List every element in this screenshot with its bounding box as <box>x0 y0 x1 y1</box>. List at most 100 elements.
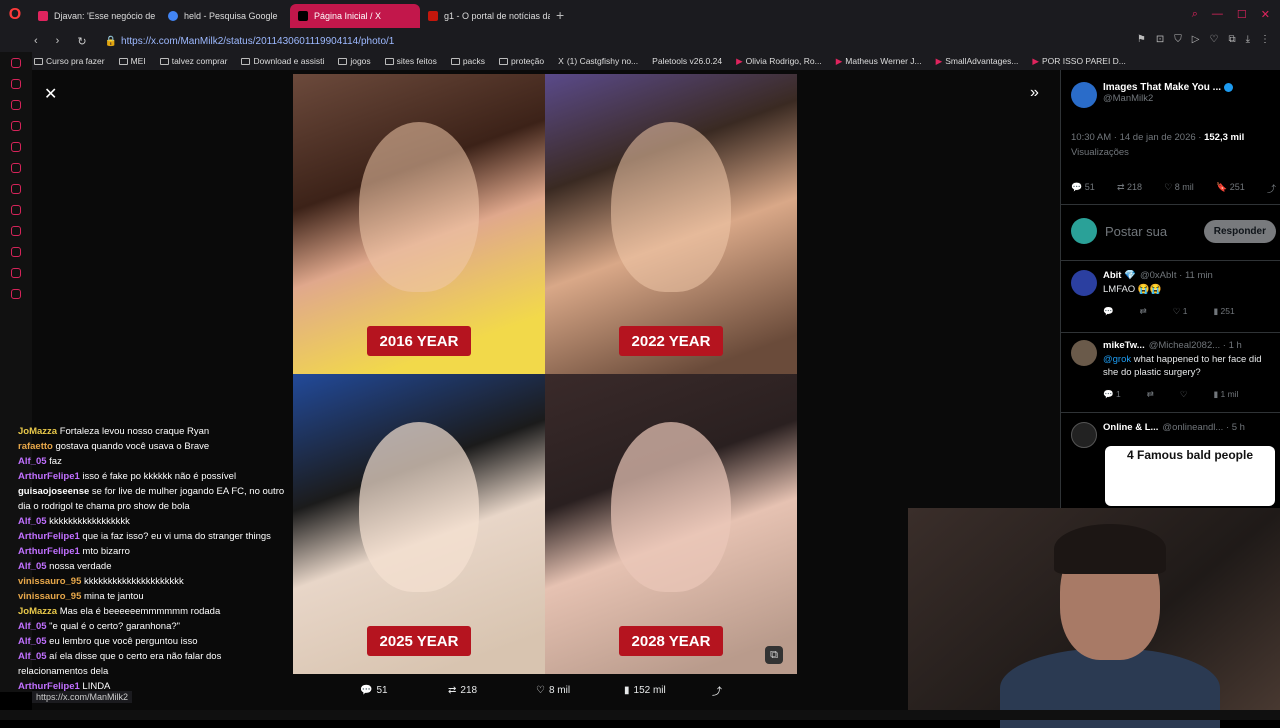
views-button[interactable]: ▮ 152 mil <box>624 683 712 698</box>
portrait <box>359 422 479 592</box>
play-icon[interactable]: ▷ <box>1192 34 1200 45</box>
share-button[interactable]: ⤴ <box>712 683 800 698</box>
reply-tweet[interactable]: mikeTw... @Micheal2082... · 1 h @grok wha… <box>1071 340 1276 400</box>
player-icon[interactable] <box>11 100 21 110</box>
reply-author-name[interactable]: mikeTw... <box>1103 340 1145 351</box>
views-stat[interactable]: ▮ 1 mil <box>1213 389 1238 400</box>
download-icon[interactable]: ⤓ <box>1246 34 1250 45</box>
avatar[interactable] <box>1071 82 1097 108</box>
close-icon[interactable]: ✕ <box>44 84 57 104</box>
repost-stat[interactable]: ⇄ 218 <box>1117 182 1142 195</box>
clock-icon[interactable] <box>11 247 21 257</box>
bookmark-item[interactable]: ▶ SmallAdvantages... <box>936 56 1019 67</box>
youtube-icon: ▶ <box>736 55 743 66</box>
reply-author-name[interactable]: Online & L... <box>1103 422 1158 433</box>
reload-icon[interactable]: ↻ <box>77 35 86 48</box>
history-icon[interactable] <box>11 205 21 215</box>
reply-tweet[interactable]: Abit 💎 @0xAbIt · 11 min LMFAO 😭😭 💬 ⇄ ♡ 1 … <box>1071 270 1276 317</box>
author-handle[interactable]: @ManMilk2 <box>1103 93 1233 104</box>
twitch-icon[interactable] <box>11 121 21 131</box>
bookmark-item[interactable]: ▶ Olivia Rodrigo, Ro... <box>736 56 822 67</box>
avatar[interactable] <box>1071 340 1097 366</box>
collapse-sidebar-icon[interactable]: » <box>1030 84 1039 102</box>
bookmark-stat[interactable]: 🔖 251 <box>1216 182 1245 195</box>
bookmark-item[interactable]: MEI <box>118 56 146 66</box>
post-meta: 10:30 AM · 14 de jan de 2026 · 152,3 mil… <box>1071 130 1276 160</box>
reply-stat[interactable]: 💬 51 <box>1071 182 1095 195</box>
year-label: 2025 YEAR <box>367 626 471 656</box>
aria-icon[interactable] <box>11 79 21 89</box>
avatar[interactable] <box>1071 270 1097 296</box>
url-input[interactable]: https://x.com/ManMilk2/status/2011430601… <box>121 36 394 47</box>
browser-toolbar: ⚑ ⊡ ⛉ ▷ ♡ ⧉ ⤓ ⋮ <box>1137 34 1270 45</box>
share-icon[interactable]: ⤴ <box>1267 182 1276 195</box>
reply-input[interactable]: Postar sua <box>1105 224 1167 239</box>
folder-icon <box>338 57 348 65</box>
mention-link[interactable]: @grok <box>1103 354 1131 365</box>
ad-tweet[interactable]: Online & L... @onlineandl... · 5 h <box>1071 422 1276 448</box>
bookmark-item[interactable]: sites feitos <box>384 56 437 66</box>
bookmark-item[interactable]: ▶ Matheus Werner J... <box>836 56 922 67</box>
views-stat[interactable]: ▮ 251 <box>1213 306 1234 317</box>
repost-icon[interactable]: ⇄ <box>1140 306 1147 317</box>
extensions-icon[interactable]: ⧉ <box>1228 34 1235 45</box>
bookmark-item[interactable]: proteção <box>499 56 544 66</box>
reply-button[interactable]: 💬 51 <box>360 683 448 698</box>
shield-icon[interactable]: ⛉ <box>1174 34 1182 45</box>
search-tabs-icon[interactable]: ⌕ <box>1192 8 1198 21</box>
ad-image[interactable]: 4 Famous bald people <box>1105 446 1275 506</box>
bookmark-item[interactable]: Paletools v26.0.24 <box>652 56 722 66</box>
like-stat[interactable]: ♡ 8 mil <box>1164 182 1194 195</box>
repost-icon[interactable]: ⇄ <box>1147 389 1154 400</box>
tab-x-home[interactable]: Página Inicial / X <box>290 4 420 28</box>
reply-author-name[interactable]: Abit 💎 <box>1103 270 1136 281</box>
snapshot-icon[interactable]: ⊡ <box>1156 34 1164 45</box>
heart-icon[interactable]: ♡ <box>1209 34 1218 45</box>
bookmark-item[interactable]: ▶ POR ISSO PAREI D... <box>1032 56 1125 67</box>
maximize-icon[interactable]: ☐ <box>1237 8 1247 21</box>
bookmark-item[interactable]: talvez comprar <box>159 56 227 66</box>
author-name[interactable]: Images That Make You ... <box>1103 82 1221 93</box>
back-icon[interactable]: ‹ <box>34 35 38 47</box>
chat-message: Alf_05 "e qual é o certo? garanhona?" <box>18 621 181 632</box>
taskbar <box>0 710 1280 720</box>
bookmark-icon[interactable]: ⚑ <box>1137 34 1146 45</box>
reply-icon[interactable]: 💬 <box>1103 306 1114 317</box>
views-label: Visualizações <box>1071 147 1129 158</box>
reply-stats: 💬 ⇄ ♡ 1 ▮ 251 <box>1103 306 1276 317</box>
telegram-icon[interactable] <box>11 163 21 173</box>
post-photo[interactable]: 2016 YEAR 2022 YEAR 2025 YEAR 2028 YEAR … <box>293 74 797 674</box>
forward-icon[interactable]: › <box>56 35 60 47</box>
repost-button[interactable]: ⇄ 218 <box>448 683 536 698</box>
x-sidebar-icon[interactable] <box>11 184 21 194</box>
post-timestamp[interactable]: 10:30 AM · 14 de jan de 2026 · <box>1071 132 1204 143</box>
bookmark-item[interactable]: X (1) Castgfishy no... <box>558 56 638 66</box>
folder-icon <box>384 57 394 65</box>
image-options-icon[interactable]: ⧉ <box>765 646 783 664</box>
bookmark-item[interactable]: Curso pra fazer <box>34 56 105 66</box>
close-window-icon[interactable]: ✕ <box>1261 8 1270 21</box>
new-tab-icon[interactable]: + <box>556 7 564 23</box>
tab-djavan[interactable]: Djavan: 'Esse negócio de <box>30 4 160 28</box>
opera-logo-icon[interactable]: O <box>0 0 30 30</box>
heart-icon[interactable]: ♡ <box>1180 389 1188 400</box>
tab-g1[interactable]: g1 - O portal de notícias da <box>420 4 550 28</box>
bookmark-item[interactable]: packs <box>450 56 485 66</box>
reply-stat[interactable]: 💬 1 <box>1103 389 1121 400</box>
tab-google[interactable]: held - Pesquisa Google <box>160 4 290 28</box>
avatar[interactable] <box>1071 422 1097 448</box>
minimize-icon[interactable]: — <box>1212 8 1223 21</box>
bookmark-item[interactable]: Download e assisti <box>241 56 324 66</box>
messenger-icon[interactable] <box>11 58 21 68</box>
like-stat[interactable]: ♡ 1 <box>1173 306 1188 317</box>
extensions-sidebar-icon[interactable] <box>11 268 21 278</box>
reply-submit-button[interactable]: Responder <box>1203 219 1276 243</box>
whatsapp-icon[interactable] <box>11 142 21 152</box>
folder-icon <box>241 57 251 65</box>
menu-icon[interactable]: ⋮ <box>1260 34 1270 45</box>
like-button[interactable]: ♡ 8 mil <box>536 683 624 698</box>
pin-icon[interactable] <box>11 226 21 236</box>
settings-icon[interactable] <box>11 289 21 299</box>
window-controls: ⌕ — ☐ ✕ <box>1192 8 1270 21</box>
bookmark-item[interactable]: jogos <box>338 56 371 66</box>
